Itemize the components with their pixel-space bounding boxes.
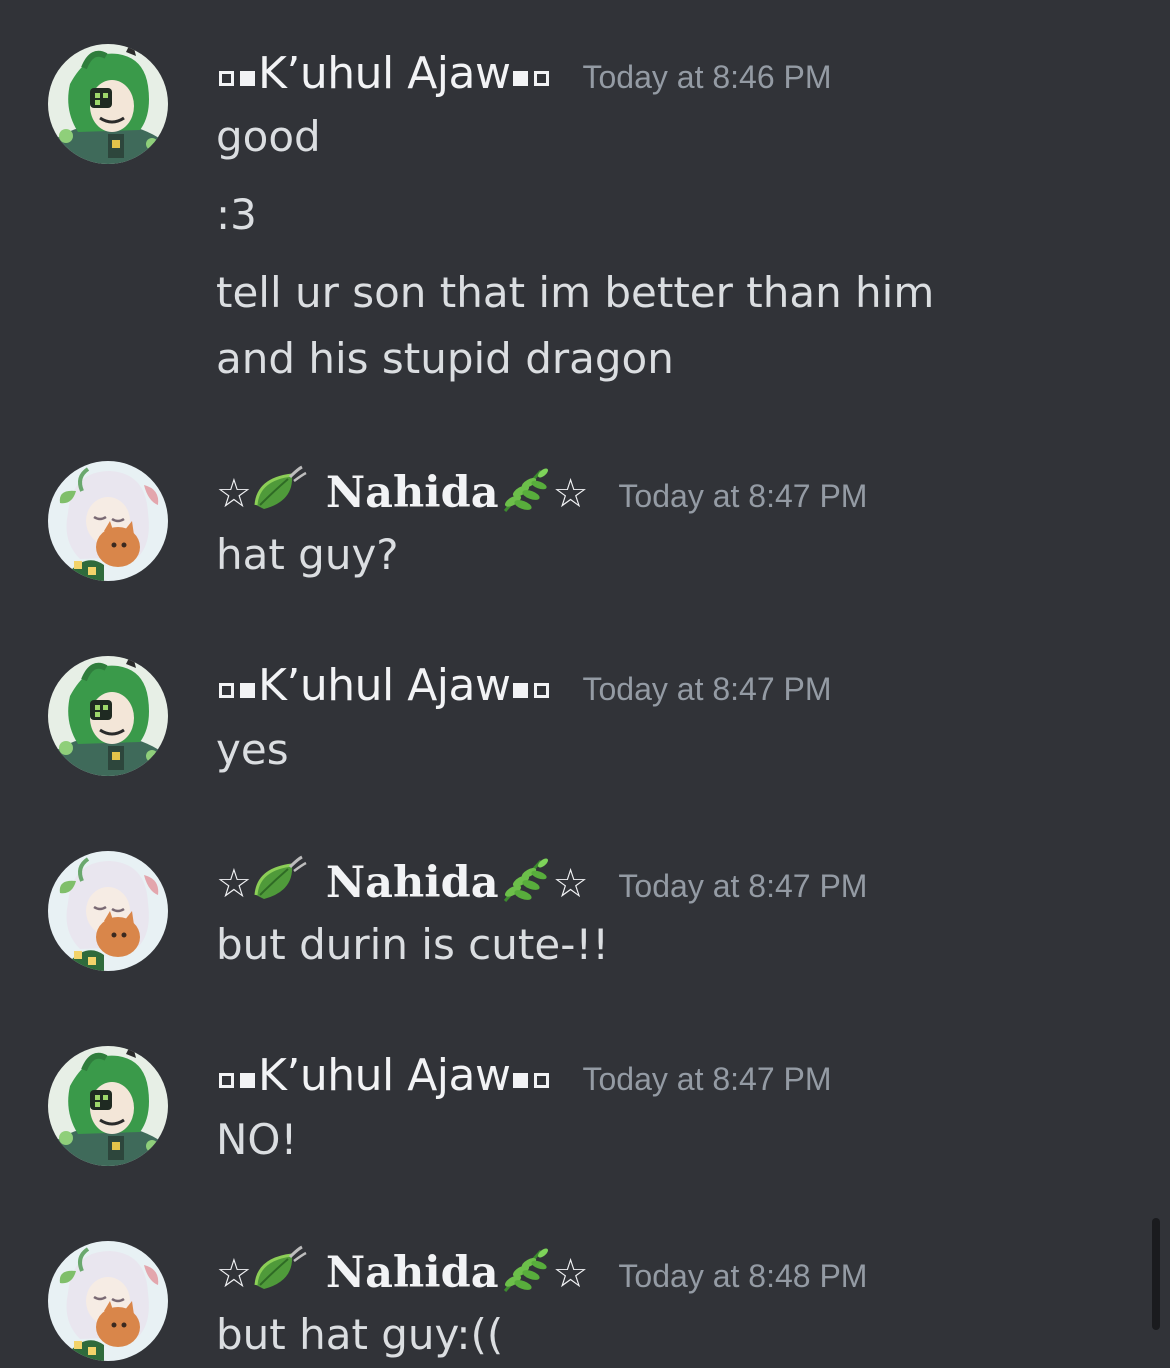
message-content: good :3 tell ur son that im better than hi… xyxy=(216,104,1016,392)
solid-square-icon xyxy=(240,683,255,698)
username-text: Nahida xyxy=(325,858,499,908)
herb-icon xyxy=(503,858,548,902)
leaf-icon xyxy=(254,465,307,509)
avatar-kuhul-ajaw[interactable] xyxy=(48,1046,168,1166)
avatar-kuhul-ajaw[interactable] xyxy=(48,656,168,776)
username[interactable]: ☆ Nahida ☆ xyxy=(216,465,588,518)
star-icon: ☆ xyxy=(216,471,252,517)
username[interactable]: K’uhul Ajaw xyxy=(216,1050,552,1101)
star-icon: ☆ xyxy=(552,861,589,907)
timestamp[interactable]: Today at 8:48 PM xyxy=(618,1258,867,1295)
leaf-icon xyxy=(254,1245,307,1289)
timestamp[interactable]: Today at 8:47 PM xyxy=(618,478,867,515)
username-text: K’uhul Ajaw xyxy=(258,1050,511,1101)
herb-icon xyxy=(503,1248,548,1292)
star-icon: ☆ xyxy=(216,1251,252,1297)
hollow-square-icon xyxy=(219,71,234,86)
avatar-kuhul-ajaw[interactable] xyxy=(48,44,168,164)
message-text: tell ur son that im better than him and … xyxy=(216,268,948,383)
star-icon: ☆ xyxy=(552,1251,589,1297)
message-text: hat guy? xyxy=(216,530,399,579)
username-text: Nahida xyxy=(325,1248,499,1298)
timestamp[interactable]: Today at 8:46 PM xyxy=(582,59,831,96)
hollow-square-icon xyxy=(219,683,234,698)
hollow-square-icon xyxy=(534,683,550,698)
avatar-nahida[interactable] xyxy=(48,1241,168,1361)
message-text: NO! xyxy=(216,1115,298,1164)
hollow-square-icon xyxy=(534,71,550,86)
message-content: yes xyxy=(216,717,1016,783)
star-icon: ☆ xyxy=(216,861,252,907)
avatar-nahida[interactable] xyxy=(48,851,168,971)
message-header: K’uhul Ajaw Today at 8:47 PM xyxy=(216,1050,832,1106)
message-text: :3 xyxy=(216,190,257,239)
message-text: yes xyxy=(216,725,289,774)
solid-square-icon xyxy=(240,1073,255,1088)
message-header: K’uhul Ajaw Today at 8:47 PM xyxy=(216,660,832,716)
timestamp[interactable]: Today at 8:47 PM xyxy=(582,1061,831,1098)
message-header: ☆ Nahida ☆ Today at 8:47 PM xyxy=(216,855,867,911)
leaf-icon xyxy=(254,855,307,899)
message-text: but durin is cute-!! xyxy=(216,920,610,969)
message-content: hat guy? xyxy=(216,522,1016,588)
hollow-square-icon xyxy=(219,1073,234,1088)
message-header: ☆ Nahida ☆ Today at 8:47 PM xyxy=(216,465,867,521)
username[interactable]: ☆ Nahida ☆ xyxy=(216,855,588,908)
solid-square-icon xyxy=(240,71,255,86)
message-feed: K’uhul Ajaw Today at 8:46 PM good :3 tell ur… xyxy=(0,0,1170,1362)
star-icon: ☆ xyxy=(552,471,589,517)
message-content: but hat guy:(( xyxy=(216,1302,1016,1368)
message-content: but durin is cute-!! xyxy=(216,912,1016,978)
solid-square-icon xyxy=(513,683,529,698)
message-header: K’uhul Ajaw Today at 8:46 PM xyxy=(216,48,832,104)
herb-icon xyxy=(503,468,548,512)
message-header: ☆ Nahida ☆ Today at 8:48 PM xyxy=(216,1245,867,1301)
username[interactable]: K’uhul Ajaw xyxy=(216,48,552,99)
username-text: K’uhul Ajaw xyxy=(258,48,511,99)
username-text: Nahida xyxy=(325,468,499,518)
message-content: NO! xyxy=(216,1107,1016,1173)
username[interactable]: ☆ Nahida ☆ xyxy=(216,1245,588,1298)
avatar-nahida[interactable] xyxy=(48,461,168,581)
username[interactable]: K’uhul Ajaw xyxy=(216,660,552,711)
solid-square-icon xyxy=(513,71,529,86)
solid-square-icon xyxy=(513,1073,529,1088)
timestamp[interactable]: Today at 8:47 PM xyxy=(618,868,867,905)
hollow-square-icon xyxy=(534,1073,550,1088)
message-text: but hat guy:(( xyxy=(216,1310,504,1359)
message-text: good xyxy=(216,112,321,161)
scrollbar-thumb[interactable] xyxy=(1152,1218,1160,1330)
username-text: K’uhul Ajaw xyxy=(258,660,511,711)
timestamp[interactable]: Today at 8:47 PM xyxy=(582,671,831,708)
